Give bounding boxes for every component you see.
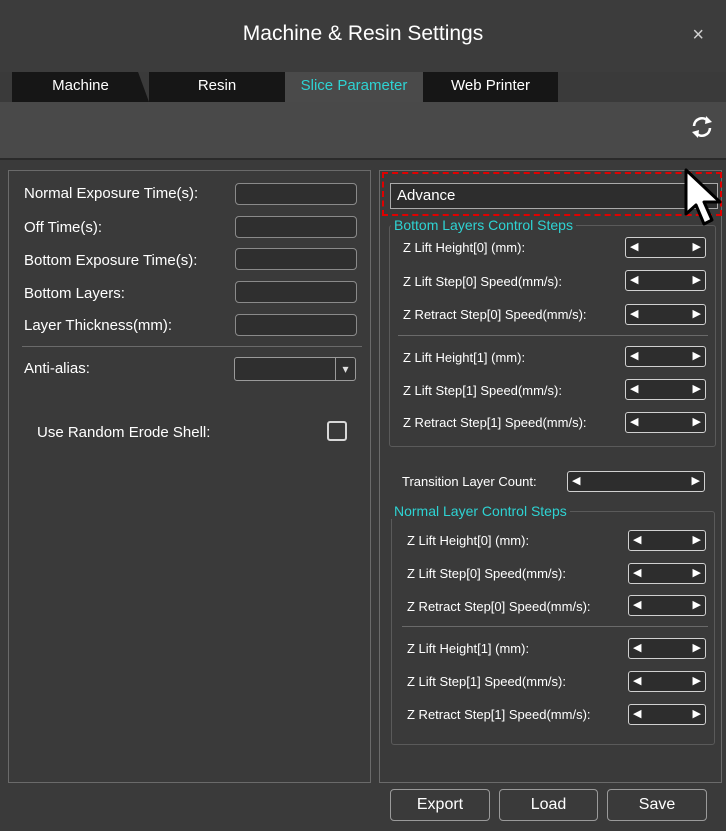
decrement-icon[interactable]: ◀ — [633, 566, 641, 579]
bottom-z-retract-step-0-label: Z Retract Step[0] Speed(mm/s): — [403, 307, 587, 322]
increment-icon[interactable]: ▶ — [693, 273, 701, 286]
tab-bar: Machine Resin Slice Parameter Web Printe… — [12, 72, 558, 102]
increment-icon[interactable]: ▶ — [693, 533, 701, 546]
normal-z-lift-step-0-stepper[interactable]: ◀ ▶ — [628, 563, 706, 584]
increment-icon[interactable]: ▶ — [693, 707, 701, 720]
chevron-down-icon: ▾ — [335, 358, 355, 380]
tab-resin[interactable]: Resin — [149, 72, 285, 102]
transition-layer-count-label: Transition Layer Count: — [402, 474, 537, 489]
decrement-icon[interactable]: ◀ — [630, 415, 638, 428]
bottom-z-retract-step-1-label: Z Retract Step[1] Speed(mm/s): — [403, 415, 587, 430]
bottom-z-lift-step-1-label: Z Lift Step[1] Speed(mm/s): — [403, 383, 562, 398]
load-button[interactable]: Load — [499, 789, 598, 821]
save-button[interactable]: Save — [607, 789, 707, 821]
divider — [0, 158, 726, 160]
bottom-z-retract-step-0-stepper[interactable]: ◀ ▶ — [625, 304, 706, 325]
increment-icon[interactable]: ▶ — [693, 307, 701, 320]
bottom-z-retract-step-1-stepper[interactable]: ◀ ▶ — [625, 412, 706, 433]
increment-icon[interactable]: ▶ — [693, 566, 701, 579]
bottom-layers-input[interactable] — [235, 281, 357, 303]
window-title: Machine & Resin Settings — [242, 22, 484, 45]
decrement-icon[interactable]: ◀ — [633, 533, 641, 546]
normal-z-retract-step-1-stepper[interactable]: ◀ ▶ — [628, 704, 706, 725]
normal-z-retract-step-0-stepper[interactable]: ◀ ▶ — [628, 595, 706, 616]
anti-alias-label: Anti-alias: — [24, 360, 90, 377]
bottom-z-lift-step-0-label: Z Lift Step[0] Speed(mm/s): — [403, 274, 562, 289]
decrement-icon[interactable]: ◀ — [630, 273, 638, 286]
normal-z-retract-step-1-label: Z Retract Step[1] Speed(mm/s): — [407, 707, 591, 722]
transition-layer-count-stepper[interactable]: ◀ ▶ — [567, 471, 705, 492]
normal-layers-group-title: Normal Layer Control Steps — [391, 503, 570, 519]
mode-select-value: Advance — [397, 187, 456, 204]
export-button[interactable]: Export — [390, 789, 490, 821]
chevron-down-icon: ▾ — [697, 184, 717, 208]
increment-icon[interactable]: ▶ — [693, 382, 701, 395]
bottom-z-lift-step-0-stepper[interactable]: ◀ ▶ — [625, 270, 706, 291]
increment-icon[interactable]: ▶ — [693, 598, 701, 611]
random-erode-label: Use Random Erode Shell: — [37, 424, 211, 441]
normal-z-lift-step-1-stepper[interactable]: ◀ ▶ — [628, 671, 706, 692]
bottom-exposure-label: Bottom Exposure Time(s): — [24, 252, 198, 269]
increment-icon[interactable]: ▶ — [693, 415, 701, 428]
off-time-label: Off Time(s): — [24, 219, 103, 236]
normal-exposure-input[interactable] — [235, 183, 357, 205]
bottom-z-lift-height-1-label: Z Lift Height[1] (mm): — [403, 350, 526, 365]
decrement-icon[interactable]: ◀ — [633, 641, 641, 654]
bottom-layers-label: Bottom Layers: — [24, 285, 125, 302]
decrement-icon[interactable]: ◀ — [630, 349, 638, 362]
toolbar — [0, 102, 726, 158]
bottom-z-lift-step-1-stepper[interactable]: ◀ ▶ — [625, 379, 706, 400]
normal-z-lift-step-1-label: Z Lift Step[1] Speed(mm/s): — [407, 674, 566, 689]
close-icon[interactable]: × — [692, 24, 704, 47]
off-time-input[interactable] — [235, 216, 357, 238]
increment-icon[interactable]: ▶ — [693, 674, 701, 687]
separator — [398, 335, 708, 336]
increment-icon[interactable]: ▶ — [693, 240, 701, 253]
decrement-icon[interactable]: ◀ — [633, 674, 641, 687]
decrement-icon[interactable]: ◀ — [633, 707, 641, 720]
separator — [402, 626, 708, 627]
mode-select[interactable]: Advance ▾ — [390, 183, 718, 209]
normal-z-lift-height-1-label: Z Lift Height[1] (mm): — [407, 641, 530, 656]
normal-exposure-label: Normal Exposure Time(s): — [24, 185, 199, 202]
separator — [22, 346, 362, 347]
decrement-icon[interactable]: ◀ — [630, 382, 638, 395]
normal-z-lift-height-0-label: Z Lift Height[0] (mm): — [407, 533, 530, 548]
bottom-layers-group-title: Bottom Layers Control Steps — [391, 217, 576, 233]
random-erode-checkbox[interactable] — [327, 421, 347, 441]
bottom-z-lift-height-1-stepper[interactable]: ◀ ▶ — [625, 346, 706, 367]
layer-thickness-label: Layer Thickness(mm): — [24, 317, 173, 334]
normal-z-lift-height-0-stepper[interactable]: ◀ ▶ — [628, 530, 706, 551]
bottom-z-lift-height-0-label: Z Lift Height[0] (mm): — [403, 240, 526, 255]
normal-z-lift-step-0-label: Z Lift Step[0] Speed(mm/s): — [407, 566, 566, 581]
decrement-icon[interactable]: ◀ — [633, 598, 641, 611]
layer-thickness-input[interactable] — [235, 314, 357, 336]
increment-icon[interactable]: ▶ — [692, 474, 700, 487]
bottom-exposure-input[interactable] — [235, 248, 357, 270]
tab-web-printer[interactable]: Web Printer — [423, 72, 558, 102]
increment-icon[interactable]: ▶ — [693, 349, 701, 362]
decrement-icon[interactable]: ◀ — [572, 474, 580, 487]
anti-alias-select[interactable]: ▾ — [234, 357, 356, 381]
decrement-icon[interactable]: ◀ — [630, 307, 638, 320]
normal-z-lift-height-1-stepper[interactable]: ◀ ▶ — [628, 638, 706, 659]
increment-icon[interactable]: ▶ — [693, 641, 701, 654]
decrement-icon[interactable]: ◀ — [630, 240, 638, 253]
bottom-z-lift-height-0-stepper[interactable]: ◀ ▶ — [625, 237, 706, 258]
normal-z-retract-step-0-label: Z Retract Step[0] Speed(mm/s): — [407, 599, 591, 614]
refresh-icon[interactable] — [688, 113, 716, 141]
tab-slice-parameter[interactable]: Slice Parameter — [285, 72, 423, 102]
tab-machine[interactable]: Machine — [12, 72, 149, 102]
